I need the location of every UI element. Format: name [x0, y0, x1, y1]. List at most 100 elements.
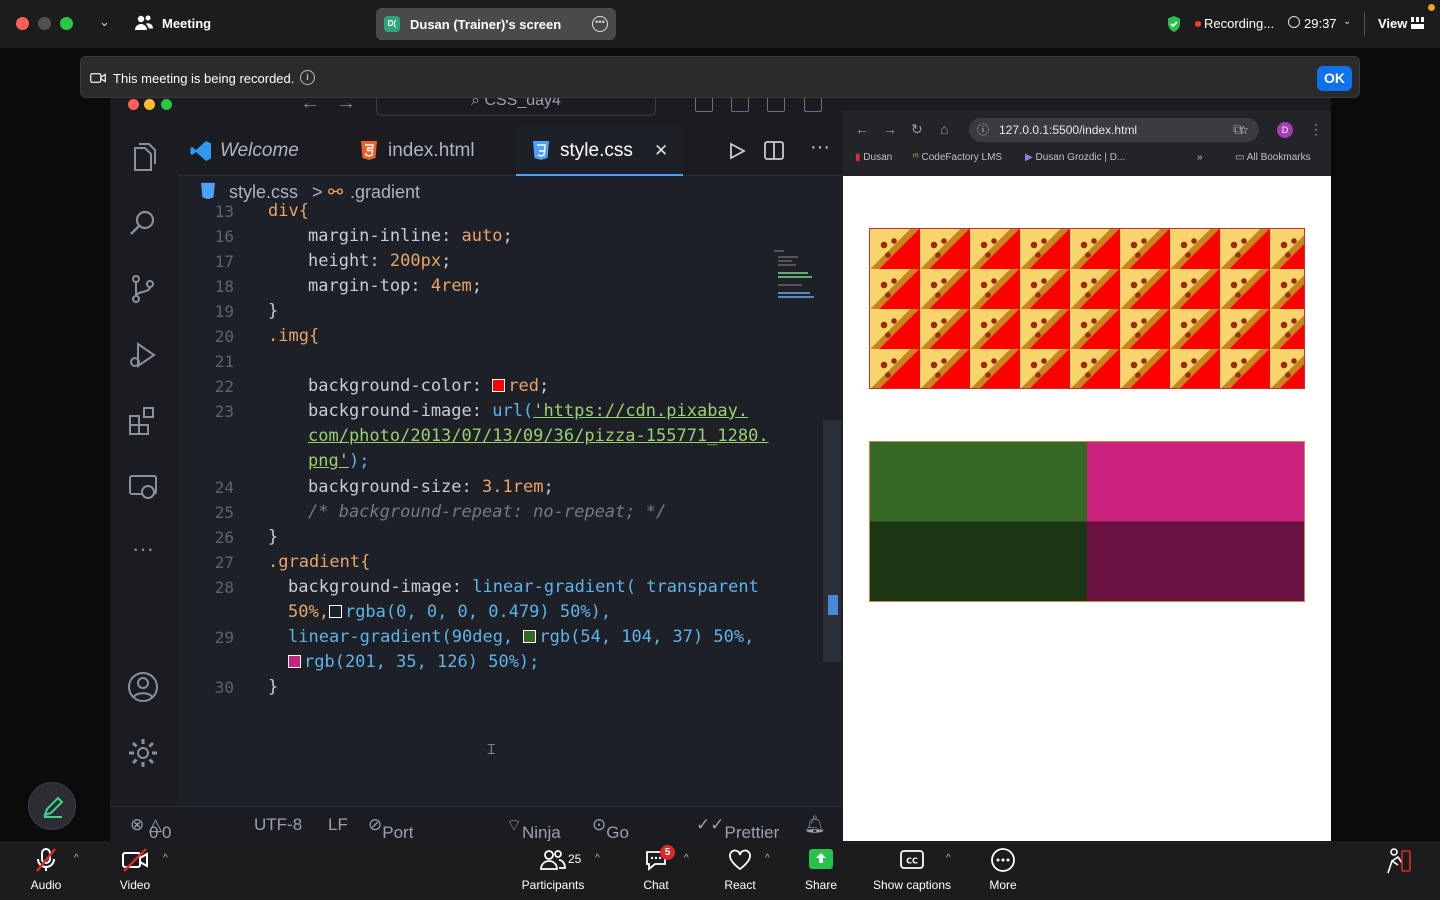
explorer-icon[interactable] [126, 140, 160, 174]
editor-scrollbar[interactable] [823, 420, 841, 662]
bookmark-dusan-grozdic[interactable]: ▶ Dusan Grozdic | D... [1025, 152, 1125, 163]
more-dots-icon [991, 848, 1015, 872]
toggle-secondary-sidebar-icon[interactable] [767, 96, 785, 112]
code-line: height: 200px; [308, 251, 452, 271]
more-views-icon[interactable]: ··· [126, 536, 160, 570]
code-line: margin-inline: auto; [308, 226, 513, 246]
prettier-status[interactable]: ✓✓ Prettier [696, 815, 779, 842]
remote-explorer-icon[interactable] [126, 470, 160, 504]
view-button[interactable]: View [1378, 16, 1407, 31]
breadcrumb-symbol[interactable]: .gradient [350, 182, 420, 203]
bookmark-dusan[interactable]: ▮ Dusan [855, 152, 892, 163]
text-cursor-icon: ⌶ [487, 741, 496, 757]
video-button[interactable]: Video [115, 847, 155, 892]
breadcrumb-file[interactable]: style.css [229, 182, 298, 203]
reload-icon[interactable]: ↻ [911, 121, 923, 138]
problems-status[interactable]: ⊗ 0 △ 0 [130, 815, 172, 842]
chevron-down-icon[interactable]: ⌄ [99, 14, 110, 30]
color-swatch[interactable] [492, 379, 506, 392]
customize-layout-icon[interactable] [804, 96, 822, 112]
profile-avatar[interactable]: D [1277, 122, 1293, 138]
more-button[interactable]: More [983, 847, 1023, 892]
toggle-panel-icon[interactable] [731, 96, 749, 112]
minimap[interactable] [774, 250, 814, 310]
go-live-button[interactable]: ⊙ Go Live [592, 815, 637, 862]
annotate-button[interactable] [28, 782, 76, 830]
tab-label: index.html [388, 140, 475, 161]
maximize-window-button[interactable] [60, 17, 73, 30]
line-number: 28 [214, 578, 234, 597]
back-arrow-icon[interactable]: ← [855, 121, 869, 137]
account-icon[interactable] [126, 670, 160, 704]
line-number: 20 [214, 327, 234, 346]
bookmark-codefactory[interactable]: ᵐ CodeFactory LMS [913, 152, 1002, 163]
bell-icon[interactable]: 🔔︎ [804, 815, 826, 835]
site-info-icon[interactable]: ⓘ [977, 118, 989, 142]
toggle-sidebar-icon[interactable] [695, 96, 713, 112]
port-status[interactable]: ⊘ Port : 5500 [368, 815, 420, 882]
color-swatch[interactable] [328, 605, 342, 618]
address-bar[interactable]: ⓘ 127.0.0.1:5500/index.html ☆ [969, 118, 1259, 142]
search-icon[interactable] [126, 206, 160, 240]
source-control-icon[interactable] [126, 272, 160, 306]
eol-status[interactable]: LF [328, 815, 348, 835]
resize-sash[interactable] [828, 595, 838, 615]
chevron-up-icon[interactable]: ^ [946, 853, 951, 864]
react-button[interactable]: React [720, 847, 760, 892]
all-bookmarks[interactable]: ▭ All Bookmarks [1235, 152, 1311, 163]
forward-arrow-icon[interactable]: → [883, 121, 897, 137]
run-play-icon[interactable] [728, 142, 746, 160]
code-editor[interactable]: 13 div{ 16 margin-inline: auto; 17 heigh… [178, 201, 843, 806]
info-icon[interactable]: i [300, 70, 315, 85]
pizza-pattern-box [869, 228, 1305, 389]
chevron-up-icon[interactable]: ^ [595, 853, 600, 864]
chevron-up-icon[interactable]: ^ [74, 853, 79, 864]
recording-status[interactable]: Recording... [1204, 16, 1274, 31]
line-number: 22 [214, 377, 234, 396]
tab-label: style.css [560, 140, 633, 161]
home-icon[interactable]: ⌂ [940, 121, 948, 137]
browser-menu-icon[interactable]: ⋮ [1309, 121, 1323, 138]
apps-icon[interactable] [1384, 847, 1412, 875]
color-swatch[interactable] [288, 655, 301, 668]
shield-check-icon[interactable] [1166, 15, 1182, 33]
chevron-up-icon[interactable]: ^ [765, 853, 770, 864]
more-bookmarks-icon[interactable]: » [1197, 152, 1203, 163]
vscode-window: ← → ⌕ CSS_day4 ··· Welcome index.html st… [110, 90, 843, 882]
tab-index-html[interactable]: index.html [350, 126, 516, 176]
close-window-button[interactable] [128, 99, 139, 110]
line-number: 18 [214, 277, 234, 296]
grid-view-icon[interactable] [1411, 17, 1424, 29]
run-debug-icon[interactable] [126, 338, 160, 372]
screen-share-pill[interactable]: D( Dusan (Trainer)'s screen ••• [376, 8, 616, 40]
share-screen-button[interactable]: Share [801, 847, 841, 892]
code-line: margin-top: 4rem; [308, 276, 483, 296]
line-number: 30 [214, 678, 234, 697]
encoding-status[interactable]: UTF-8 [254, 815, 302, 835]
split-editor-icon[interactable] [764, 141, 784, 160]
ok-button[interactable]: OK [1317, 66, 1352, 91]
close-tab-icon[interactable]: ✕ [654, 141, 668, 161]
meeting-title[interactable]: Meeting [162, 16, 211, 31]
color-swatch[interactable] [523, 630, 537, 643]
chevron-up-icon[interactable]: ^ [684, 853, 689, 864]
ninja-status[interactable]: ⌔ Ninja [506, 815, 561, 842]
meeting-timer[interactable]: 29:37 [1304, 16, 1337, 31]
minimize-window-button[interactable] [144, 99, 155, 110]
tab-welcome[interactable]: Welcome [178, 126, 350, 176]
tab-style-css[interactable]: style.css ✕ [516, 126, 683, 176]
extensions-icon[interactable] [126, 404, 160, 438]
extensions-puzzle-icon[interactable]: ⧉ [1233, 121, 1243, 138]
minimize-window-button[interactable] [38, 17, 51, 30]
settings-gear-icon[interactable] [126, 736, 160, 770]
close-window-button[interactable] [16, 17, 29, 30]
activity-bar: ··· [110, 126, 178, 806]
maximize-window-button[interactable] [161, 99, 172, 110]
show-captions-button[interactable]: CC Show captions [866, 847, 958, 892]
chevron-up-icon[interactable]: ^ [163, 853, 168, 864]
line-number: 25 [214, 503, 234, 522]
more-actions-icon[interactable]: ··· [810, 136, 830, 159]
chevron-down-icon[interactable]: ⌄ [1343, 16, 1351, 27]
more-options-icon[interactable]: ••• [592, 16, 608, 32]
audio-button[interactable]: Audio [26, 847, 66, 892]
